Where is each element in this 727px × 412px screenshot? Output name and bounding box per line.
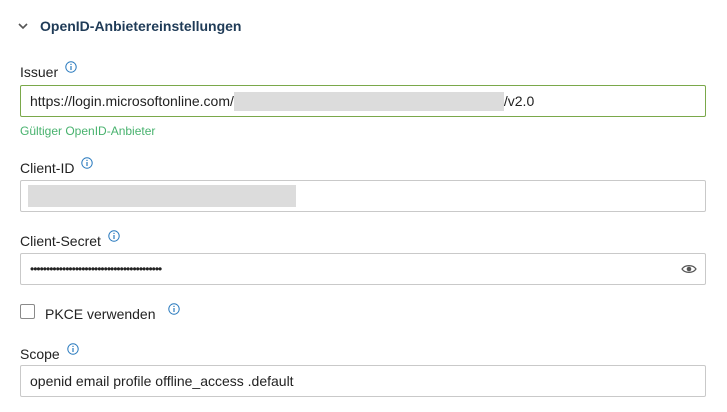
scope-input[interactable]: openid email profile offline_access .def… [20, 365, 706, 397]
client-id-input[interactable] [20, 180, 706, 212]
issuer-label-row: Issuer [20, 61, 77, 80]
client-id-label: Client-ID [20, 160, 75, 176]
pkce-label-row: PKCE verwenden [45, 303, 180, 322]
section-title: OpenID-Anbietereinstellungen [40, 18, 242, 34]
issuer-value-prefix: https://login.microsoftonline.com/ [30, 93, 234, 109]
section-header-openid[interactable]: OpenID-Anbietereinstellungen [16, 14, 241, 38]
scope-value: openid email profile offline_access .def… [30, 373, 294, 389]
info-icon[interactable] [65, 61, 77, 73]
info-icon[interactable] [167, 303, 180, 315]
client-secret-masked-value: ••••••••••••••••••••••••••••••••••••••••… [30, 262, 162, 276]
info-icon[interactable] [81, 157, 94, 169]
scope-label: Scope [20, 346, 60, 362]
client-secret-label: Client-Secret [20, 233, 101, 249]
issuer-label: Issuer [20, 64, 59, 80]
pkce-label[interactable]: PKCE verwenden [45, 306, 156, 322]
info-icon[interactable] [67, 343, 79, 355]
issuer-input[interactable]: https://login.microsoftonline.com/ /v2.0 [20, 85, 706, 117]
client-secret-input[interactable]: ••••••••••••••••••••••••••••••••••••••••… [20, 253, 706, 285]
issuer-value-suffix: /v2.0 [503, 93, 535, 109]
client-secret-label-row: Client-Secret [20, 230, 120, 249]
chevron-down-icon [18, 23, 28, 30]
client-id-label-row: Client-ID [20, 157, 94, 176]
redacted-tenant-id [233, 91, 504, 111]
pkce-checkbox[interactable] [20, 304, 35, 319]
eye-icon[interactable] [681, 263, 697, 275]
issuer-validation-message: Gültiger OpenID-Anbieter [20, 124, 156, 138]
redacted-client-id [28, 185, 296, 207]
scope-label-row: Scope [20, 343, 79, 362]
info-icon[interactable] [108, 230, 120, 242]
